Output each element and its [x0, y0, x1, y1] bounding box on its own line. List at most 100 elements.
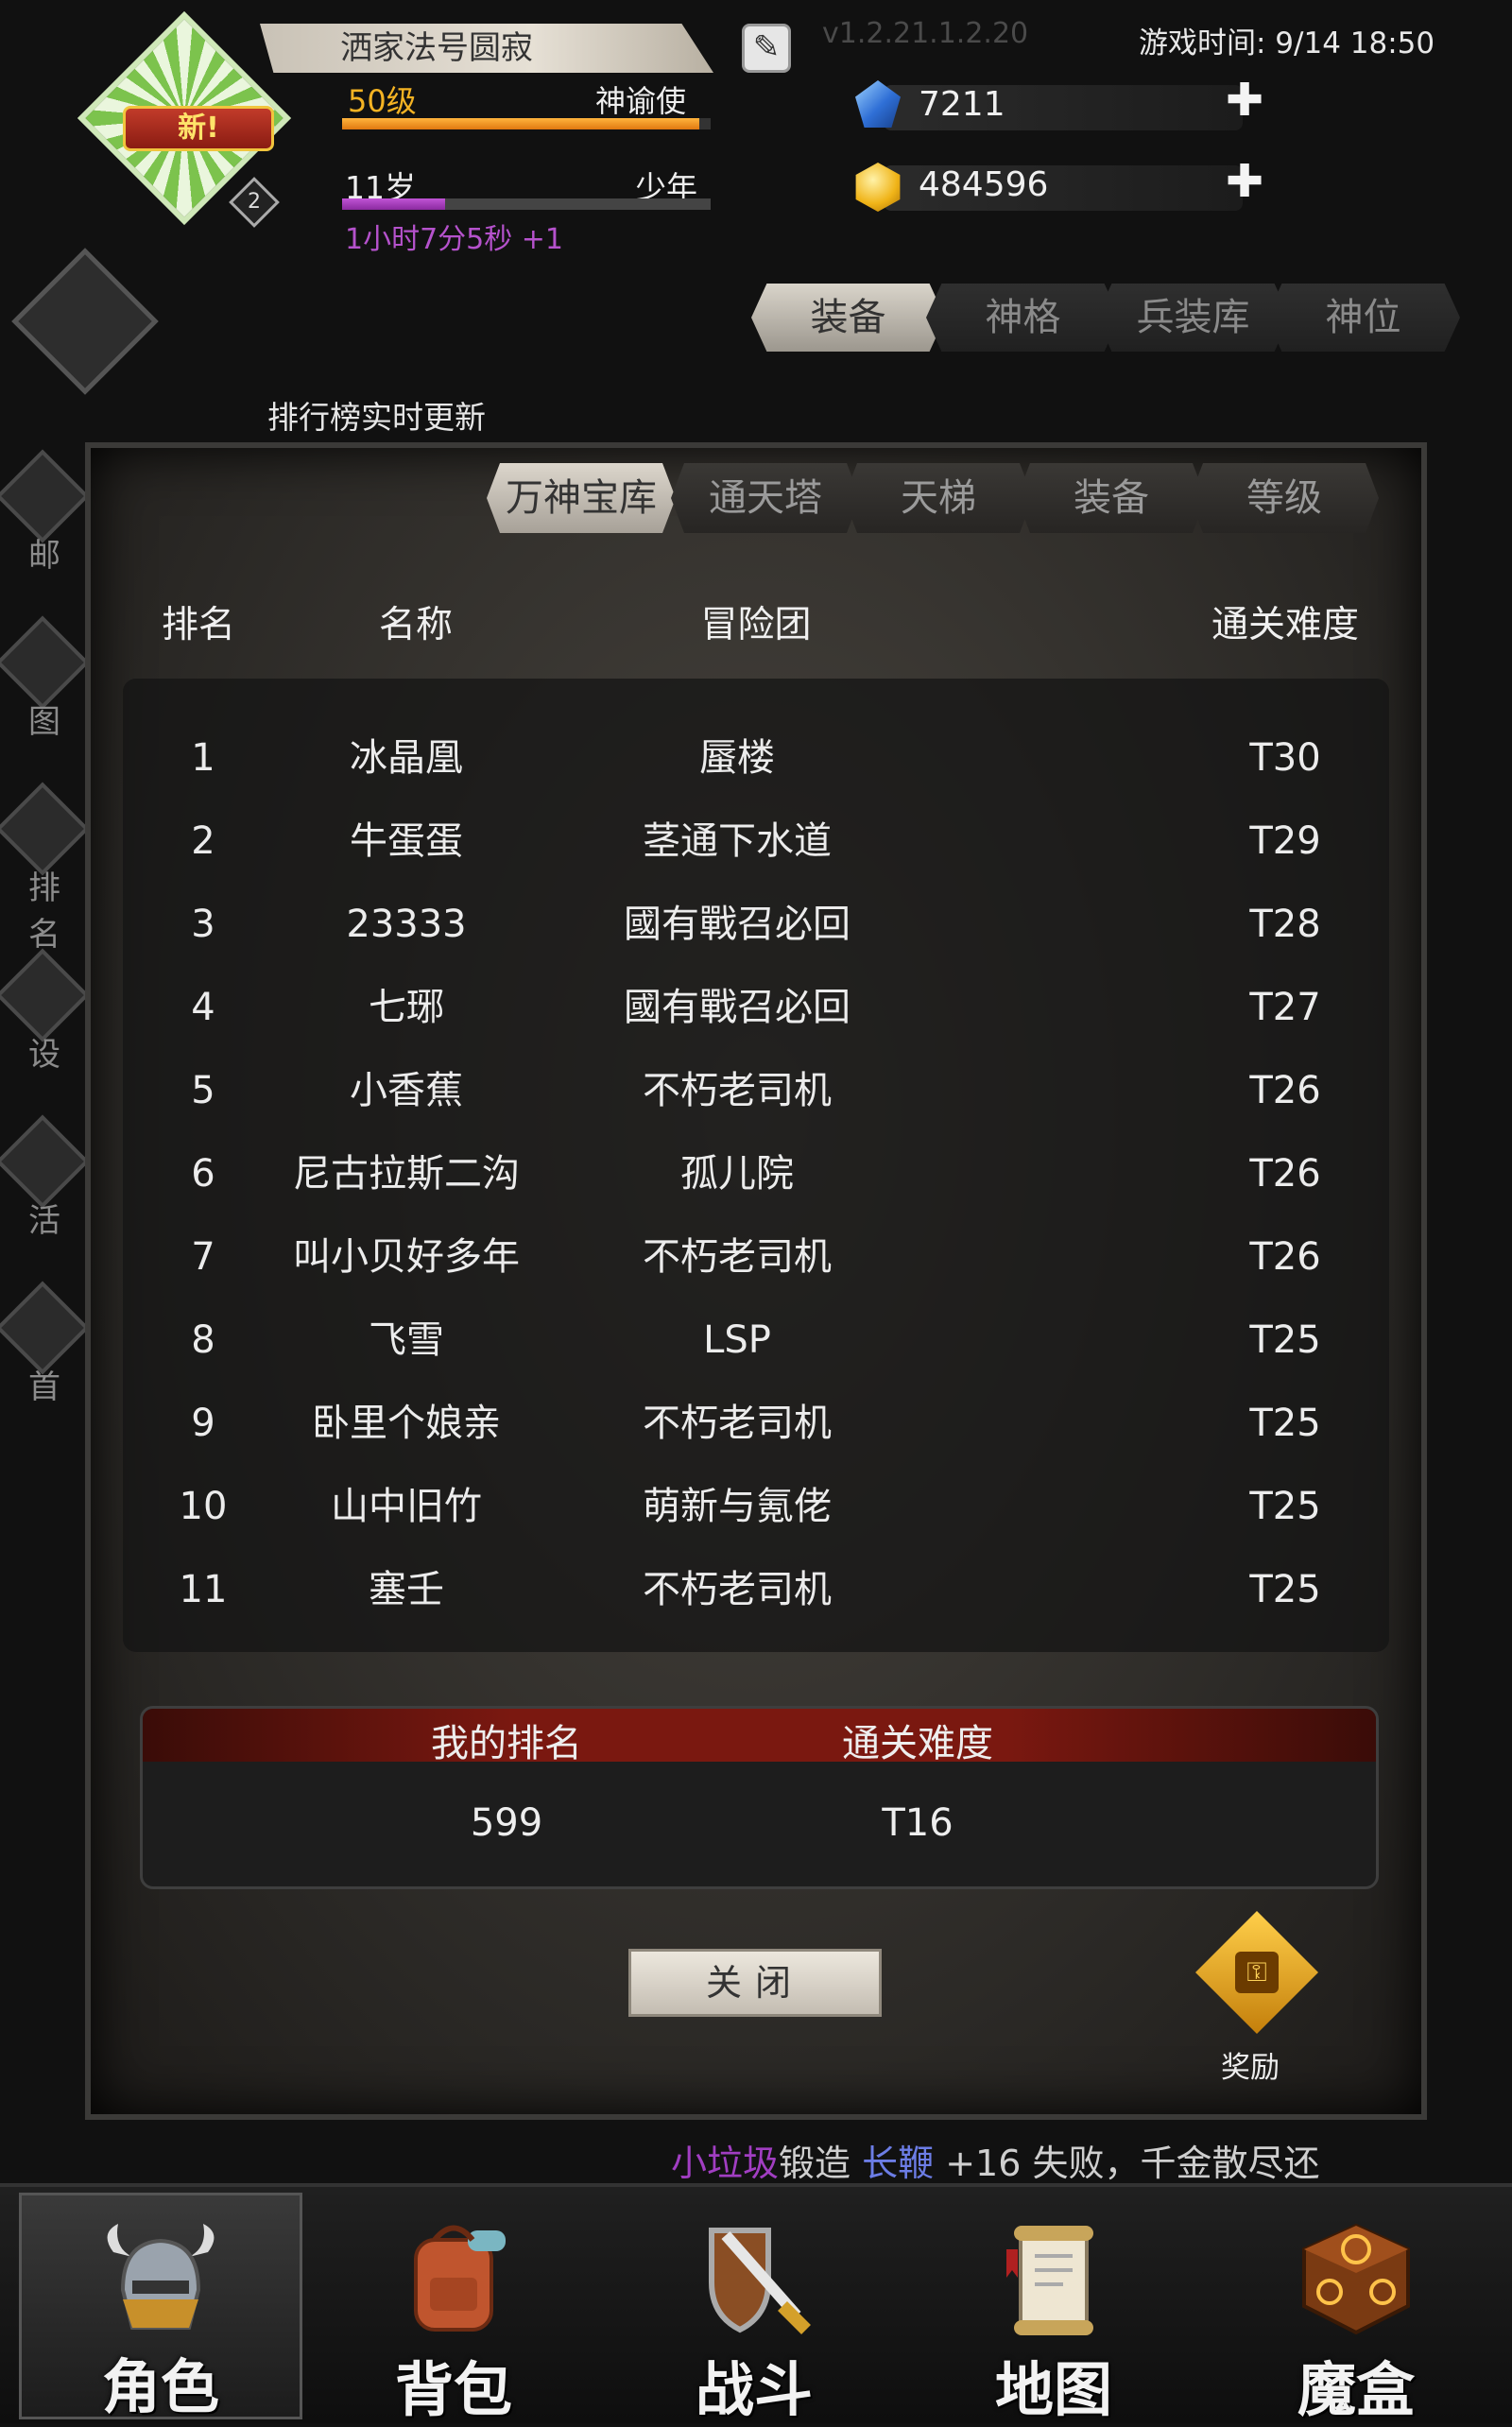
side-item-settings[interactable]: 设	[0, 934, 90, 1076]
player-level: 50级	[348, 83, 417, 119]
rank-cell: 10	[179, 1485, 228, 1528]
add-gold-button[interactable]: ✚	[1226, 155, 1263, 208]
difficulty-cell: T25	[1249, 1402, 1321, 1445]
player-title: 神谕使	[595, 83, 687, 119]
rank-cell: 3	[191, 903, 215, 946]
tab-ladder[interactable]: 天梯	[844, 463, 1033, 533]
lock-icon: ⚿	[1235, 1952, 1279, 1993]
team-cell: 不朽老司机	[643, 1235, 832, 1279]
tab-equipment[interactable]: 装备	[751, 284, 945, 352]
side-item-events[interactable]: 活	[0, 1100, 90, 1242]
team-cell: 不朽老司机	[643, 1568, 832, 1611]
age-bar-fill	[342, 198, 446, 210]
nav-label: 背包	[394, 2355, 512, 2424]
sword-shield-icon	[709, 2228, 811, 2334]
rank-cell: 8	[191, 1318, 215, 1362]
name-cell: 牛蛋蛋	[350, 819, 463, 863]
tab-panel-equipment[interactable]: 装备	[1017, 463, 1206, 533]
ranking-notice: 排行榜实时更新	[267, 399, 486, 436]
table-row[interactable]: 3 23333 國有戰召必回 T28	[123, 883, 1389, 966]
table-row[interactable]: 10 山中旧竹 萌新与氪佬 T25	[123, 1465, 1389, 1548]
table-row[interactable]: 2 牛蛋蛋 茎通下水道 T29	[123, 800, 1389, 883]
tab-sky-tower[interactable]: 通天塔	[671, 463, 860, 533]
my-rank-box: 我的排名 通关难度 599 T16	[140, 1706, 1379, 1889]
difficulty-cell: T26	[1249, 1235, 1321, 1279]
my-difficulty-label: 通关难度	[842, 1722, 993, 1765]
table-row[interactable]: 6 尼古拉斯二沟 孤儿院 T26	[123, 1132, 1389, 1215]
name-cell: 山中旧竹	[331, 1485, 482, 1528]
nav-character[interactable]: 角色	[19, 2193, 302, 2421]
version-label: v1.2.21.1.2.20	[822, 17, 1029, 50]
team-cell: 萌新与氪佬	[643, 1485, 832, 1528]
edit-icon: ✎	[752, 28, 781, 66]
difficulty-cell: T25	[1249, 1568, 1321, 1611]
side-item-label: 邮	[28, 537, 60, 575]
backpack-icon	[414, 2225, 506, 2332]
col-header-difficulty: 通关难度	[1211, 604, 1359, 646]
rank-cell: 9	[191, 1402, 215, 1445]
difficulty-cell: T29	[1249, 819, 1321, 863]
rank-cell: 6	[191, 1152, 215, 1196]
difficulty-cell: T26	[1249, 1069, 1321, 1112]
name-cell: 尼古拉斯二沟	[293, 1152, 520, 1196]
ticker-action: 锻造	[779, 2143, 851, 2184]
difficulty-cell: T27	[1249, 986, 1321, 1029]
nav-label: 魔盒	[1297, 2355, 1415, 2424]
name-cell: 卧里个娘亲	[312, 1402, 501, 1445]
my-rank-label: 我的排名	[431, 1722, 582, 1765]
ticker-rest: +16 失败，千金散尽还	[934, 2143, 1320, 2184]
nav-backpack[interactable]: 背包	[312, 2193, 595, 2424]
side-item-ranking[interactable]: 排名	[0, 767, 90, 954]
side-item-label: 设	[28, 1036, 60, 1074]
table-row[interactable]: 11 塞壬 不朽老司机 T25	[123, 1548, 1389, 1631]
col-header-rank: 排名	[161, 604, 235, 646]
table-row[interactable]: 5 小香蕉 不朽老司机 T26	[123, 1049, 1389, 1132]
col-header-team: 冒险团	[700, 604, 812, 646]
name-cell: 小香蕉	[350, 1069, 463, 1112]
scroll-map-icon	[1006, 2226, 1093, 2335]
gold-count: 484596	[919, 165, 1049, 204]
side-item-label: 活	[28, 1202, 60, 1240]
tab-pantheon-vault[interactable]: 万神宝库	[487, 463, 676, 533]
name-cell: 七琊	[369, 986, 444, 1029]
rank-cell: 4	[191, 986, 215, 1029]
difficulty-cell: T28	[1249, 903, 1321, 946]
difficulty-cell: T25	[1249, 1485, 1321, 1528]
magic-box-icon	[1302, 2223, 1410, 2335]
team-cell: 國有戰召必回	[624, 986, 850, 1029]
rank-cell: 7	[191, 1235, 215, 1279]
difficulty-cell: T25	[1249, 1318, 1321, 1362]
rank-cell: 2	[191, 819, 215, 863]
edit-name-button[interactable]: ✎	[742, 24, 791, 73]
reward-label: 奖励	[1221, 2051, 1280, 2085]
exp-bar-fill	[342, 118, 700, 129]
table-row[interactable]: 1 冰晶凰 蜃楼 T30	[123, 716, 1389, 800]
table-row[interactable]: 9 卧里个娘亲 不朽老司机 T25	[123, 1382, 1389, 1465]
team-cell: 茎通下水道	[643, 819, 832, 863]
nav-label: 战斗	[695, 2355, 813, 2424]
close-button[interactable]: 关闭	[628, 1949, 882, 2017]
name-cell: 飞雪	[369, 1318, 444, 1362]
team-cell: 國有戰召必回	[624, 903, 850, 946]
table-row[interactable]: 8 飞雪 LSP T25	[123, 1299, 1389, 1382]
tab-divinity[interactable]: 神格	[926, 284, 1120, 352]
side-item-codex[interactable]: 图	[0, 601, 90, 743]
tab-god-rank[interactable]: 神位	[1266, 284, 1460, 352]
my-difficulty-value: T16	[882, 1801, 954, 1845]
side-item-first-charge[interactable]: 首	[0, 1266, 90, 1408]
side-item-label: 首	[28, 1368, 60, 1406]
nav-battle[interactable]: 战斗	[612, 2193, 896, 2424]
table-row[interactable]: 4 七琊 國有戰召必回 T27	[123, 966, 1389, 1049]
table-row[interactable]: 7 叫小贝好多年 不朽老司机 T26	[123, 1215, 1389, 1299]
add-gems-button[interactable]: ✚	[1226, 74, 1263, 127]
side-item-mail[interactable]: 邮	[0, 435, 90, 577]
difficulty-cell: T30	[1249, 736, 1321, 780]
nav-magic-box[interactable]: 魔盒	[1214, 2193, 1498, 2424]
tab-armory[interactable]: 兵装库	[1096, 284, 1290, 352]
exp-bar	[342, 118, 711, 129]
rank-cell: 1	[191, 736, 215, 780]
rank-cell: 11	[179, 1568, 228, 1611]
nav-map[interactable]: 地图	[912, 2193, 1195, 2424]
tab-level[interactable]: 等级	[1190, 463, 1379, 533]
side-menu-toggle[interactable]	[11, 248, 159, 395]
